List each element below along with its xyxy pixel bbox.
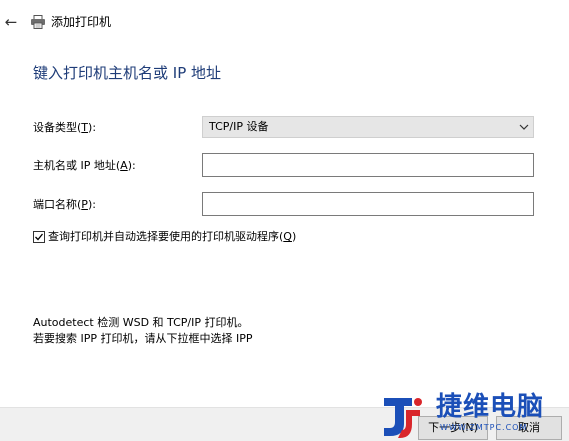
device-type-value: TCP/IP 设备 (209, 120, 269, 133)
watermark-logo-icon (384, 398, 422, 438)
device-type-label: 设备类型(T): (33, 121, 97, 134)
add-printer-window: ← 添加打印机 键入打印机主机名或 IP 地址 设备类型(T): TCP/IP … (0, 0, 569, 441)
window-title: 添加打印机 (51, 15, 112, 29)
chevron-down-icon (519, 124, 529, 130)
watermark-url: WWW.ZMTPC.COM (440, 423, 528, 432)
auto-driver-label: 查询打印机并自动选择要使用的打印机驱动程序(Q) (48, 230, 297, 243)
watermark: 捷维电脑 WWW.ZMTPC.COM (378, 390, 569, 441)
info-text-line-1: Autodetect 检测 WSD 和 TCP/IP 打印机。 (33, 316, 249, 329)
page-heading: 键入打印机主机名或 IP 地址 (33, 64, 222, 82)
auto-driver-checkbox[interactable] (33, 231, 45, 243)
hostname-label: 主机名或 IP 地址(A): (33, 159, 136, 172)
printer-icon (31, 15, 45, 29)
watermark-text: 捷维电脑 (436, 392, 545, 422)
title-bar: ← 添加打印机 (0, 10, 569, 36)
device-type-select[interactable]: TCP/IP 设备 (202, 116, 534, 138)
port-name-input[interactable] (202, 192, 534, 216)
hostname-input[interactable] (202, 153, 534, 177)
port-name-label: 端口名称(P): (33, 198, 96, 211)
info-text-line-2: 若要搜索 IPP 打印机，请从下拉框中选择 IPP (33, 332, 253, 345)
checkmark-icon (35, 233, 44, 241)
back-arrow-icon[interactable]: ← (2, 12, 20, 32)
